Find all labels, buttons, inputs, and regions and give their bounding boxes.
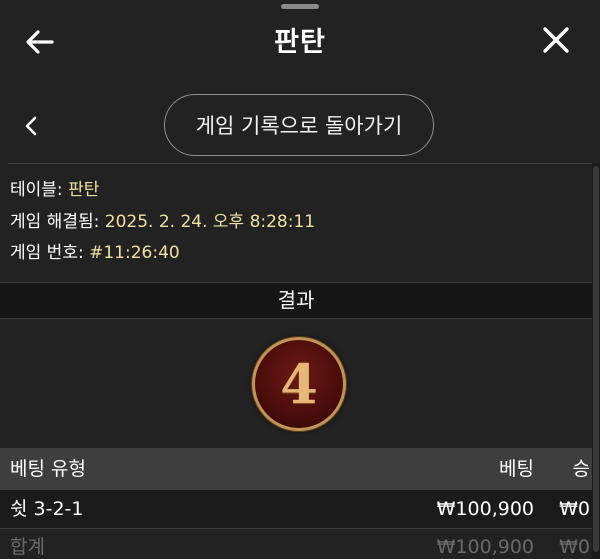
row-bet-type: 쉿 3-2-1 bbox=[10, 498, 84, 520]
page-title: 판탄 bbox=[274, 27, 326, 58]
header: 판탄 bbox=[0, 0, 600, 84]
table-total-row: 합계 ₩100,900 ₩0 bbox=[0, 528, 592, 559]
table-row: 쉿 3-2-1 ₩100,900 ₩0 bbox=[0, 490, 592, 528]
info-row-resolved: 게임 해결됨: 2025. 2. 24. 오후 8:28:11 bbox=[10, 207, 315, 239]
game-number-label: 게임 번호: bbox=[10, 243, 84, 263]
total-bet-amount: ₩100,900 bbox=[436, 536, 534, 558]
divider bbox=[8, 163, 592, 164]
game-number-value: #11:26:40 bbox=[89, 243, 180, 263]
resolved-label: 게임 해결됨: bbox=[10, 211, 100, 232]
total-label: 합계 bbox=[10, 536, 45, 558]
column-bet: 베팅 bbox=[499, 458, 534, 480]
chevron-left-icon[interactable] bbox=[16, 111, 46, 141]
column-win: 승 bbox=[572, 458, 590, 480]
info-row-table: 테이블: 판탄 bbox=[10, 175, 315, 207]
resolved-value: 2025. 2. 24. 오후 8:28:11 bbox=[104, 211, 316, 232]
info-row-game-number: 게임 번호: #11:26:40 bbox=[10, 238, 315, 270]
table-value: 판탄 bbox=[68, 180, 100, 200]
close-icon[interactable] bbox=[538, 22, 574, 58]
nav-row: 게임 기록으로 돌아가기 bbox=[0, 92, 600, 158]
back-to-history-button[interactable]: 게임 기록으로 돌아가기 bbox=[164, 94, 434, 156]
row-win-amount: ₩0 bbox=[559, 498, 590, 520]
result-number: 4 bbox=[280, 352, 318, 416]
table-label: 테이블: bbox=[10, 180, 63, 200]
result-heading: 결과 bbox=[0, 282, 592, 319]
scrollbar-thumb[interactable] bbox=[593, 166, 599, 552]
row-bet-amount: ₩100,900 bbox=[436, 498, 534, 520]
bets-table-header: 베팅 유형 베팅 승 bbox=[0, 448, 592, 490]
game-info: 테이블: 판탄 게임 해결됨: 2025. 2. 24. 오후 8:28:11 … bbox=[10, 175, 315, 270]
column-bet-type: 베팅 유형 bbox=[10, 458, 86, 480]
total-win-amount: ₩0 bbox=[559, 536, 590, 558]
result-ball: 4 bbox=[252, 337, 346, 431]
